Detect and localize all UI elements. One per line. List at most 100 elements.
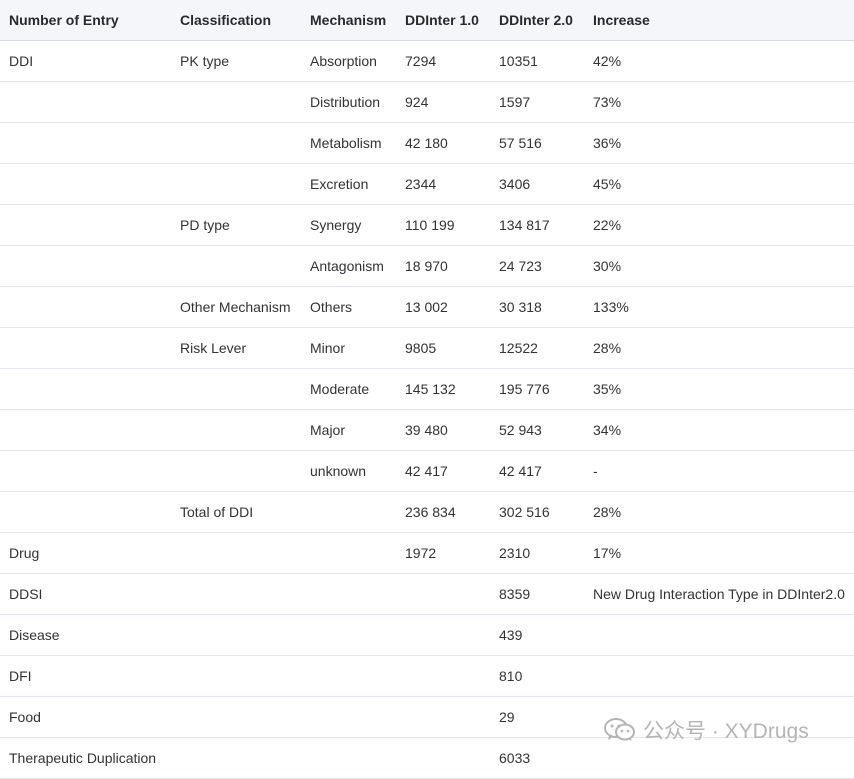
cell-number-of-entry bbox=[0, 491, 171, 533]
cell-mechanism: Distribution bbox=[301, 81, 396, 123]
table-row: PD type Synergy 110 199 134 817 22% bbox=[0, 204, 854, 246]
cell-ddinter-2: 439 bbox=[490, 614, 584, 656]
cell-number-of-entry: DDSI bbox=[0, 573, 171, 615]
cell-ddinter-2: 8359 bbox=[490, 573, 584, 615]
cell-mechanism bbox=[301, 573, 396, 615]
cell-increase bbox=[584, 614, 854, 656]
wechat-icon bbox=[604, 718, 635, 741]
cell-ddinter-1 bbox=[396, 737, 490, 779]
cell-increase: 73% bbox=[584, 81, 854, 123]
cell-increase: 28% bbox=[584, 327, 854, 369]
header-number-of-entry: Number of Entry bbox=[0, 0, 171, 41]
cell-classification bbox=[171, 614, 301, 656]
cell-ddinter-2: 1597 bbox=[490, 81, 584, 123]
watermark-text: 公众号 · XYDrugs bbox=[643, 720, 809, 743]
cell-ddinter-2: 134 817 bbox=[490, 204, 584, 246]
cell-number-of-entry bbox=[0, 122, 171, 164]
cell-classification: Other Mechanism bbox=[171, 286, 301, 328]
cell-classification bbox=[171, 655, 301, 697]
cell-ddinter-1: 924 bbox=[396, 81, 490, 123]
table-row: Disease 439 bbox=[0, 614, 854, 656]
watermark: 公众号 · XYDrugs bbox=[603, 715, 809, 745]
ddinter-comparison-table: Number of Entry Classification Mechanism… bbox=[0, 0, 854, 779]
cell-ddinter-2: 3406 bbox=[490, 163, 584, 205]
cell-mechanism bbox=[301, 696, 396, 738]
cell-mechanism: Metabolism bbox=[301, 122, 396, 164]
cell-increase: 45% bbox=[584, 163, 854, 205]
cell-classification bbox=[171, 163, 301, 205]
cell-ddinter-1: 1972 bbox=[396, 532, 490, 574]
cell-ddinter-2: 57 516 bbox=[490, 122, 584, 164]
cell-increase: 30% bbox=[584, 245, 854, 287]
cell-mechanism bbox=[301, 532, 396, 574]
cell-classification bbox=[171, 532, 301, 574]
cell-ddinter-1: 42 180 bbox=[396, 122, 490, 164]
cell-classification bbox=[171, 737, 301, 779]
cell-ddinter-2: 10351 bbox=[490, 40, 584, 82]
cell-increase: 133% bbox=[584, 286, 854, 328]
cell-classification: Total of DDI bbox=[171, 491, 301, 533]
cell-classification bbox=[171, 245, 301, 287]
header-ddinter-1: DDInter 1.0 bbox=[396, 0, 490, 41]
table-row: DFI 810 bbox=[0, 655, 854, 697]
cell-number-of-entry bbox=[0, 368, 171, 410]
table-row: Total of DDI 236 834 302 516 28% bbox=[0, 491, 854, 533]
table-row: Distribution 924 1597 73% bbox=[0, 81, 854, 123]
cell-mechanism: Synergy bbox=[301, 204, 396, 246]
cell-number-of-entry: DFI bbox=[0, 655, 171, 697]
cell-increase: 36% bbox=[584, 122, 854, 164]
cell-increase: 17% bbox=[584, 532, 854, 574]
cell-ddinter-2: 6033 bbox=[490, 737, 584, 779]
cell-ddinter-1: 236 834 bbox=[396, 491, 490, 533]
cell-number-of-entry bbox=[0, 409, 171, 451]
cell-increase: 22% bbox=[584, 204, 854, 246]
cell-number-of-entry: Food bbox=[0, 696, 171, 738]
cell-classification bbox=[171, 122, 301, 164]
cell-number-of-entry bbox=[0, 286, 171, 328]
table-row: Metabolism 42 180 57 516 36% bbox=[0, 122, 854, 164]
cell-increase: 42% bbox=[584, 40, 854, 82]
cell-ddinter-2: 42 417 bbox=[490, 450, 584, 492]
table-row: Drug 1972 2310 17% bbox=[0, 532, 854, 574]
table-row: Antagonism 18 970 24 723 30% bbox=[0, 245, 854, 287]
table-row: DDI PK type Absorption 7294 10351 42% bbox=[0, 40, 854, 82]
cell-ddinter-2: 24 723 bbox=[490, 245, 584, 287]
cell-ddinter-2: 2310 bbox=[490, 532, 584, 574]
cell-number-of-entry: Disease bbox=[0, 614, 171, 656]
cell-increase: 34% bbox=[584, 409, 854, 451]
cell-mechanism bbox=[301, 737, 396, 779]
table-row: Excretion 2344 3406 45% bbox=[0, 163, 854, 205]
cell-increase: 28% bbox=[584, 491, 854, 533]
cell-increase: 35% bbox=[584, 368, 854, 410]
cell-mechanism: Major bbox=[301, 409, 396, 451]
cell-ddinter-1: 39 480 bbox=[396, 409, 490, 451]
cell-mechanism bbox=[301, 655, 396, 697]
cell-ddinter-1 bbox=[396, 614, 490, 656]
cell-mechanism bbox=[301, 491, 396, 533]
header-mechanism: Mechanism bbox=[301, 0, 396, 41]
cell-increase bbox=[584, 655, 854, 697]
cell-number-of-entry bbox=[0, 245, 171, 287]
cell-ddinter-1 bbox=[396, 696, 490, 738]
cell-ddinter-2: 30 318 bbox=[490, 286, 584, 328]
cell-number-of-entry: Therapeutic Duplication bbox=[0, 737, 171, 779]
table-row: Risk Lever Minor 9805 12522 28% bbox=[0, 327, 854, 369]
cell-classification bbox=[171, 450, 301, 492]
table-row: unknown 42 417 42 417- bbox=[0, 450, 854, 492]
cell-ddinter-1: 110 199 bbox=[396, 204, 490, 246]
cell-mechanism: Antagonism bbox=[301, 245, 396, 287]
cell-mechanism: Others bbox=[301, 286, 396, 328]
cell-classification: PD type bbox=[171, 204, 301, 246]
table-row: Major 39 480 52 943 34% bbox=[0, 409, 854, 451]
header-increase: Increase bbox=[584, 0, 854, 41]
header-row: Number of Entry Classification Mechanism… bbox=[0, 0, 854, 41]
cell-classification bbox=[171, 368, 301, 410]
cell-increase: - bbox=[584, 450, 854, 492]
cell-ddinter-1: 145 132 bbox=[396, 368, 490, 410]
cell-number-of-entry bbox=[0, 204, 171, 246]
table-row: Other Mechanism Others 13 002 30 318 133% bbox=[0, 286, 854, 328]
cell-ddinter-1: 42 417 bbox=[396, 450, 490, 492]
cell-classification bbox=[171, 696, 301, 738]
cell-classification bbox=[171, 573, 301, 615]
cell-ddinter-1: 13 002 bbox=[396, 286, 490, 328]
